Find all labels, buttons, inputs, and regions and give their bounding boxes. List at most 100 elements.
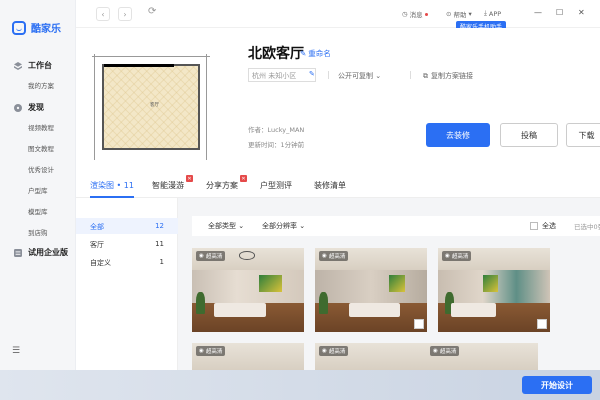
- hd-tag-label: 超高清: [205, 254, 223, 260]
- submit-button[interactable]: 投稿: [500, 123, 558, 147]
- dimension-line: [94, 54, 98, 160]
- hd-tag-label: 超高清: [439, 349, 457, 355]
- copy-link-label: 复制方案链接: [431, 72, 473, 80]
- render-wall: [192, 269, 304, 304]
- render-wall: [315, 269, 427, 304]
- sidebar-item-floorplans[interactable]: 户型库: [28, 185, 48, 195]
- enterprise-icon: [14, 248, 22, 257]
- minimize-icon[interactable]: —: [534, 8, 542, 17]
- camera-icon: ◉: [433, 348, 438, 354]
- hd-tag-label: 超高清: [205, 349, 223, 355]
- chevron-down-icon: ⌄: [299, 222, 306, 230]
- decorate-button[interactable]: 去装修: [426, 123, 490, 147]
- edit-icon: ✎: [300, 49, 307, 58]
- maximize-icon[interactable]: ☐: [556, 8, 563, 17]
- help-icon: ⊙: [446, 10, 452, 18]
- category-label: 自定义: [90, 259, 111, 267]
- sidebar-item-models[interactable]: 模型库: [28, 206, 48, 216]
- sidebar-item-featured-designs[interactable]: 优秀设计: [28, 164, 54, 174]
- category-item-all[interactable]: 全部 12: [76, 218, 178, 234]
- render-thumbnail[interactable]: ◉ 超高清: [315, 343, 427, 370]
- render-thumbnail[interactable]: ◉ 超高清: [438, 248, 550, 332]
- camera-icon: ◉: [445, 253, 450, 259]
- dimension-line: [206, 54, 210, 160]
- select-checkbox[interactable]: [414, 319, 424, 329]
- help-button[interactable]: ⊙ 帮助 ▾: [446, 9, 472, 19]
- chevron-down-icon: ⌄: [375, 72, 382, 80]
- sidebar-group-label: 工作台: [28, 61, 52, 70]
- hd-tag: ◉ 超高清: [319, 346, 349, 356]
- render-sofa: [348, 303, 401, 317]
- share-permission-select[interactable]: 公开可复制 ⌄: [338, 71, 381, 81]
- sidebar-item-video-tutorials[interactable]: 视频教程: [28, 122, 54, 132]
- hd-tag: ◉ 超高清: [430, 346, 460, 356]
- tab-renders[interactable]: 渲染图 • 11: [90, 180, 134, 191]
- hd-tag-label: 超高清: [328, 349, 346, 355]
- download-button[interactable]: 下载: [566, 123, 600, 147]
- edit-location-icon[interactable]: ✎: [309, 70, 315, 78]
- updated-time: 更新时间：1分钟前: [248, 141, 305, 149]
- sidebar-item-my-designs[interactable]: 我的方案: [28, 80, 54, 90]
- chevron-down-icon: ⌄: [238, 222, 245, 230]
- select-checkbox[interactable]: [537, 319, 547, 329]
- copy-link-button[interactable]: ⧉ 复制方案链接: [423, 71, 473, 81]
- tab-share-design[interactable]: 分享方案 ✕: [206, 175, 247, 191]
- rename-button[interactable]: ✎ 重命名: [300, 48, 331, 59]
- wall: [104, 64, 174, 67]
- menu-icon[interactable]: ☰: [12, 346, 20, 356]
- title-bar: ‹ › ⟳ ◷ 消息 ⊙ 帮助 ▾ ⤓ APP 酷家乐手机助手 — ☐ ✕: [76, 0, 600, 32]
- refresh-icon[interactable]: ⟳: [148, 6, 156, 17]
- render-sofa: [214, 303, 266, 317]
- hd-tag: ◉ 超高清: [196, 251, 226, 261]
- sidebar-item-store[interactable]: 到店购: [28, 227, 48, 237]
- room-label: 客厅: [150, 103, 159, 108]
- author-text: 作者：Lucky_MAN: [248, 126, 305, 134]
- hd-tag: ◉ 超高清: [196, 346, 226, 356]
- filter-bar: 全部类型 ⌄ 全部分辨率 ⌄ 全选 已选中0张: [192, 216, 600, 236]
- category-item-custom[interactable]: 自定义 1: [76, 254, 178, 270]
- tab-floorplan-review[interactable]: 户型测评: [260, 180, 292, 191]
- compass-icon: [14, 103, 22, 112]
- floor-plan[interactable]: 客厅: [92, 54, 210, 160]
- forward-button[interactable]: ›: [118, 7, 132, 21]
- divider: [410, 71, 411, 79]
- render-gallery: 全部类型 ⌄ 全部分辨率 ⌄ 全选 已选中0张 ◉超高清 ◉超高清 ◉超高清 ◉…: [178, 198, 600, 370]
- render-thumbnail[interactable]: ◉ 超高清: [426, 343, 538, 370]
- sidebar-group-discover[interactable]: 发现: [14, 102, 44, 113]
- sidebar-group-label: 发现: [28, 103, 44, 112]
- render-thumbnail[interactable]: ◉ 超高清: [192, 343, 304, 370]
- new-badge-icon: ✕: [186, 175, 193, 182]
- tab-smart-roaming[interactable]: 智能漫游 ✕: [152, 175, 193, 191]
- design-title: 北欧客厅: [248, 46, 304, 62]
- hd-tag: ◉ 超高清: [442, 251, 472, 261]
- share-permission-label: 公开可复制: [338, 72, 373, 80]
- render-sofa: [451, 303, 497, 317]
- render-thumbnail[interactable]: ◉ 超高清: [315, 248, 427, 332]
- back-button[interactable]: ‹: [96, 7, 110, 21]
- start-design-button[interactable]: 开始设计: [522, 376, 592, 394]
- location-field[interactable]: 杭州 未知小区: [248, 68, 316, 82]
- sidebar-item-text-tutorials[interactable]: 图文教程: [28, 143, 54, 153]
- render-artwork: [388, 274, 405, 292]
- select-all-checkbox[interactable]: [530, 222, 538, 230]
- sidebar-group-enterprise[interactable]: 试用企业版: [14, 247, 68, 258]
- logo[interactable]: 酷家乐: [12, 20, 61, 35]
- sidebar-group-workbench[interactable]: 工作台: [14, 60, 52, 71]
- dimension-line: [92, 56, 210, 60]
- category-item-living-room[interactable]: 客厅 11: [76, 236, 178, 252]
- tab-label: 智能漫游: [152, 181, 184, 190]
- logo-text: 酷家乐: [31, 24, 61, 35]
- close-icon[interactable]: ✕: [578, 8, 585, 17]
- app-button[interactable]: ⤓ APP: [484, 9, 501, 18]
- render-thumbnail[interactable]: ◉ 超高清: [192, 248, 304, 332]
- render-plant: [196, 291, 206, 314]
- selected-count: 已选中0张: [574, 223, 600, 231]
- messages-button[interactable]: ◷ 消息: [402, 9, 428, 19]
- hd-tag-label: 超高清: [451, 254, 469, 260]
- bottom-bar: 开始设计: [0, 370, 600, 400]
- select-all-label[interactable]: 全选: [542, 221, 556, 231]
- messages-label: 消息: [409, 11, 423, 19]
- resolution-filter-select[interactable]: 全部分辨率 ⌄: [262, 221, 305, 231]
- tab-decoration-list[interactable]: 装修清单: [314, 180, 346, 191]
- type-filter-select[interactable]: 全部类型 ⌄: [208, 221, 244, 231]
